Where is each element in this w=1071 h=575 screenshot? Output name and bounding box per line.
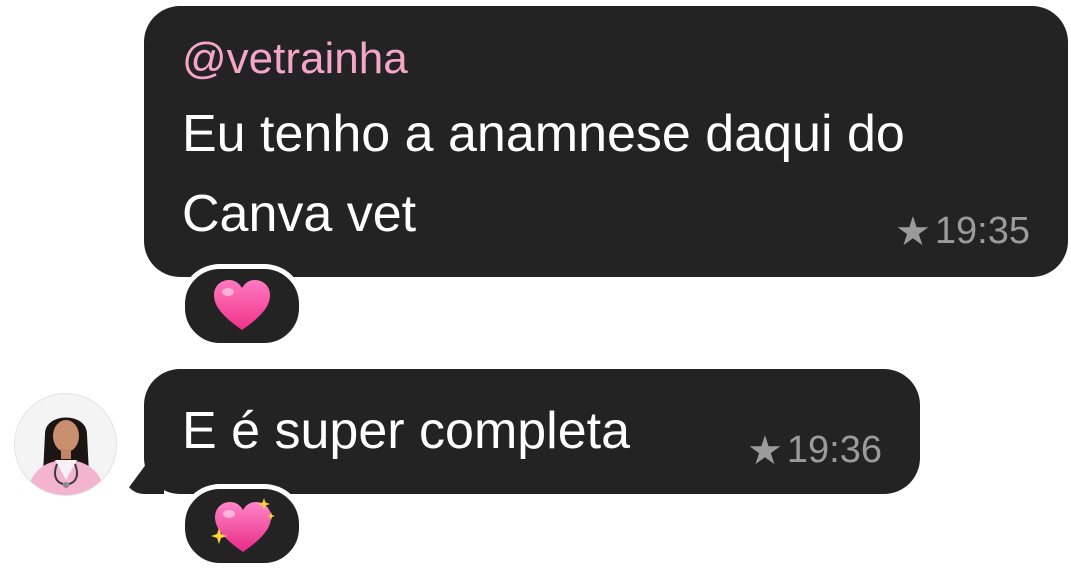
reaction-badge[interactable] xyxy=(180,484,304,568)
message-time: 19:36 xyxy=(786,429,882,471)
reaction-badge[interactable] xyxy=(180,264,304,348)
sparkling-heart-icon xyxy=(211,498,275,552)
star-icon: ★ xyxy=(895,209,931,254)
avatar-image xyxy=(15,394,116,495)
message-meta: ★ 19:35 xyxy=(895,210,1030,253)
pink-heart-icon xyxy=(214,280,270,330)
star-icon: ★ xyxy=(747,428,783,473)
message-bubble[interactable]: @vetrainha Eu tenho a anamnese daqui do … xyxy=(144,6,1068,277)
sender-name[interactable]: @vetrainha xyxy=(182,34,408,84)
chat-view: @vetrainha Eu tenho a anamnese daqui do … xyxy=(0,0,1071,575)
avatar[interactable] xyxy=(15,394,116,495)
message-time: 19:35 xyxy=(934,210,1030,252)
message-bubble[interactable]: E é super completa ★ 19:36 xyxy=(144,369,920,494)
message-text: E é super completa xyxy=(182,402,631,460)
message-meta: ★ 19:36 xyxy=(747,429,882,472)
